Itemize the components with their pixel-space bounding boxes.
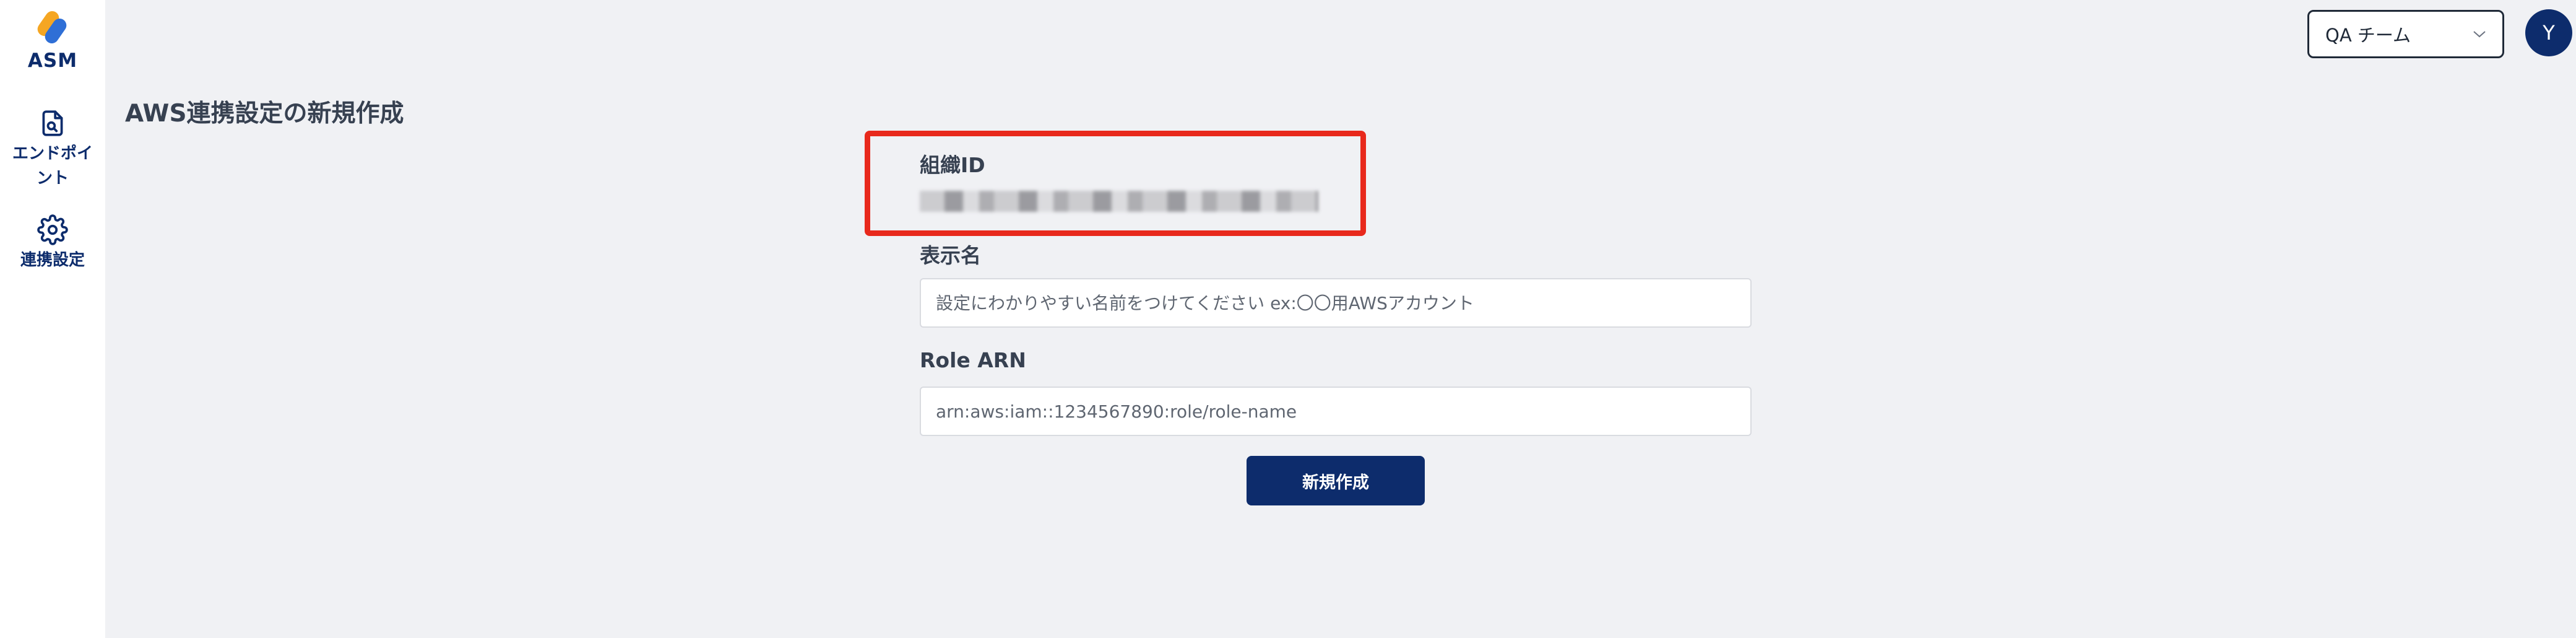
user-avatar[interactable]: Y — [2525, 9, 2572, 56]
avatar-initial: Y — [2543, 21, 2555, 45]
display-name-label: 表示名 — [920, 243, 981, 268]
sidebar-item-integration-settings[interactable]: 連携設定 — [12, 214, 93, 273]
app-logo-text: ASM — [27, 50, 78, 72]
asm-logo-icon — [35, 9, 70, 48]
sidebar: ASM エンドポイント 連携設定 — [0, 0, 105, 638]
display-name-input[interactable] — [920, 278, 1752, 328]
annotation-highlight-box — [865, 131, 1366, 236]
org-id-label: 組織ID — [920, 153, 985, 177]
sidebar-item-label: 連携設定 — [20, 251, 85, 269]
create-button[interactable]: 新規作成 — [1247, 456, 1425, 505]
team-select[interactable]: QA チーム — [2307, 10, 2504, 58]
app-logo[interactable]: ASM — [28, 9, 77, 72]
sidebar-item-endpoints[interactable]: エンドポイント — [12, 108, 93, 191]
sidebar-item-label: エンドポイント — [12, 144, 93, 188]
document-search-icon — [42, 110, 63, 136]
org-id-value-redacted — [920, 191, 1318, 212]
role-arn-input[interactable] — [920, 387, 1752, 436]
team-select-value: QA チーム — [2325, 25, 2411, 46]
chevron-down-icon — [2473, 31, 2486, 38]
page-title: AWS連携設定の新規作成 — [125, 100, 404, 128]
gear-icon — [37, 214, 68, 245]
role-arn-label: Role ARN — [920, 348, 1026, 372]
